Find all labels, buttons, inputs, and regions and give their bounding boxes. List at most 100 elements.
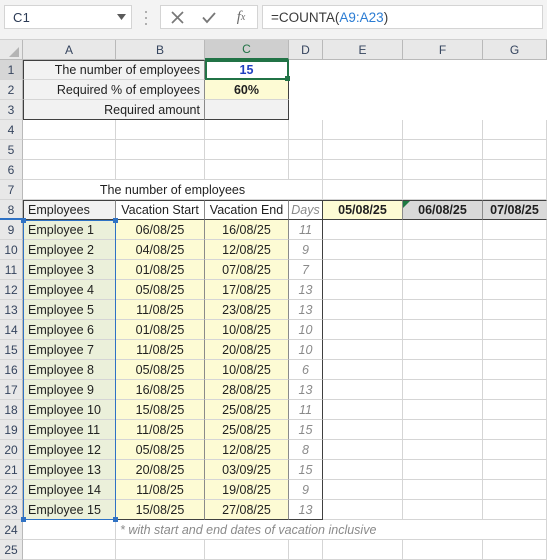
- cell-e4[interactable]: [323, 120, 403, 140]
- row-header-6[interactable]: 6: [0, 160, 23, 180]
- cell-f5[interactable]: [403, 140, 483, 160]
- cell-employee-name[interactable]: Employee 10: [23, 400, 116, 420]
- cell-f9[interactable]: [403, 220, 483, 240]
- row-header-3[interactable]: 3: [0, 100, 23, 120]
- cell-employee-name[interactable]: Employee 5: [23, 300, 116, 320]
- cell-e16[interactable]: [323, 360, 403, 380]
- cell-vacation-start[interactable]: 11/08/25: [116, 300, 205, 320]
- close-icon[interactable]: [161, 6, 193, 28]
- row-header-15[interactable]: 15: [0, 340, 23, 360]
- cell-days[interactable]: 7: [289, 260, 323, 280]
- cell-c6[interactable]: [205, 160, 289, 180]
- header-employees[interactable]: Employees: [23, 200, 116, 220]
- cell-e6[interactable]: [323, 160, 403, 180]
- cell-vacation-start[interactable]: 16/08/25: [116, 380, 205, 400]
- cell-vacation-start[interactable]: 11/08/25: [116, 420, 205, 440]
- cell-e7[interactable]: [323, 180, 403, 200]
- cell-vacation-end[interactable]: 16/08/25: [205, 220, 289, 240]
- cell-vacation-start[interactable]: 15/08/25: [116, 500, 205, 520]
- cell-employee-name[interactable]: Employee 7: [23, 340, 116, 360]
- cell-g4[interactable]: [483, 120, 547, 140]
- cell-a24[interactable]: [23, 520, 116, 540]
- cell-vacation-end[interactable]: 03/09/25: [205, 460, 289, 480]
- cell-d5[interactable]: [289, 140, 323, 160]
- row-header-7[interactable]: 7: [0, 180, 23, 200]
- cell-vacation-end[interactable]: 07/08/25: [205, 260, 289, 280]
- cell-f22[interactable]: [403, 480, 483, 500]
- cell-vacation-start[interactable]: 06/08/25: [116, 220, 205, 240]
- header-days[interactable]: Days: [289, 200, 323, 220]
- cell-a3-label-amount[interactable]: Required amount: [23, 100, 205, 120]
- cell-days[interactable]: 9: [289, 240, 323, 260]
- cell-employee-name[interactable]: Employee 1: [23, 220, 116, 240]
- cell-employee-name[interactable]: Employee 4: [23, 280, 116, 300]
- cell-a2-label-percent[interactable]: Required % of employees: [23, 80, 205, 100]
- cell-e9[interactable]: [323, 220, 403, 240]
- cell-d4[interactable]: [289, 120, 323, 140]
- cell-vacation-end[interactable]: 10/08/25: [205, 360, 289, 380]
- cell-days[interactable]: 8: [289, 440, 323, 460]
- row-header-8[interactable]: 8: [0, 200, 23, 220]
- cell-days[interactable]: 13: [289, 300, 323, 320]
- cell-e13[interactable]: [323, 300, 403, 320]
- row-header-22[interactable]: 22: [0, 480, 23, 500]
- cell-days[interactable]: 15: [289, 460, 323, 480]
- cell-vacation-end[interactable]: 25/08/25: [205, 420, 289, 440]
- cell-e20[interactable]: [323, 440, 403, 460]
- row-header-11[interactable]: 11: [0, 260, 23, 280]
- cell-days[interactable]: 13: [289, 280, 323, 300]
- header-vacation-end[interactable]: Vacation End: [205, 200, 289, 220]
- cell-e11[interactable]: [323, 260, 403, 280]
- cell-f18[interactable]: [403, 400, 483, 420]
- cell-vacation-end[interactable]: 17/08/25: [205, 280, 289, 300]
- cell-employee-name[interactable]: Employee 12: [23, 440, 116, 460]
- cell-a1-label-employees[interactable]: The number of employees: [23, 60, 205, 80]
- cell-g11[interactable]: [483, 260, 547, 280]
- cell-employee-name[interactable]: Employee 2: [23, 240, 116, 260]
- formula-input[interactable]: =COUNTA(A9:A23): [262, 5, 543, 29]
- cell-f20[interactable]: [403, 440, 483, 460]
- row-header-16[interactable]: 16: [0, 360, 23, 380]
- cell-vacation-end[interactable]: 12/08/25: [205, 240, 289, 260]
- cell-days[interactable]: 6: [289, 360, 323, 380]
- cell-d6[interactable]: [289, 160, 323, 180]
- column-header-c[interactable]: C: [205, 40, 289, 60]
- header-date-3[interactable]: 07/08/25: [483, 200, 547, 220]
- chevron-down-icon[interactable]: [111, 6, 131, 28]
- cell-c3-value-amount[interactable]: [205, 100, 289, 120]
- cell-g10[interactable]: [483, 240, 547, 260]
- cell-employee-name[interactable]: Employee 9: [23, 380, 116, 400]
- row-header-21[interactable]: 21: [0, 460, 23, 480]
- header-date-2[interactable]: 06/08/25: [403, 200, 483, 220]
- cell-e5[interactable]: [323, 140, 403, 160]
- cell-g18[interactable]: [483, 400, 547, 420]
- cell-f4[interactable]: [403, 120, 483, 140]
- cell-days[interactable]: 9: [289, 480, 323, 500]
- cell-b4[interactable]: [116, 120, 205, 140]
- cell-a25[interactable]: [23, 540, 116, 560]
- row-header-20[interactable]: 20: [0, 440, 23, 460]
- cell-e19[interactable]: [323, 420, 403, 440]
- column-header-b[interactable]: B: [116, 40, 205, 60]
- cell-e21[interactable]: [323, 460, 403, 480]
- cell-e10[interactable]: [323, 240, 403, 260]
- cell-vacation-start[interactable]: 05/08/25: [116, 280, 205, 300]
- cell-e14[interactable]: [323, 320, 403, 340]
- cell-f25[interactable]: [403, 540, 483, 560]
- column-header-a[interactable]: A: [23, 40, 116, 60]
- cell-f23[interactable]: [403, 500, 483, 520]
- cell-days[interactable]: 10: [289, 340, 323, 360]
- cell-g21[interactable]: [483, 460, 547, 480]
- check-icon[interactable]: [193, 6, 225, 28]
- row-header-14[interactable]: 14: [0, 320, 23, 340]
- cell-c1-value-employees[interactable]: 15: [205, 60, 289, 80]
- row-header-18[interactable]: 18: [0, 400, 23, 420]
- cell-c2-value-percent[interactable]: 60%: [205, 80, 289, 100]
- row-header-5[interactable]: 5: [0, 140, 23, 160]
- cell-employee-name[interactable]: Employee 11: [23, 420, 116, 440]
- cell-a6[interactable]: [23, 160, 116, 180]
- cell-g13[interactable]: [483, 300, 547, 320]
- cell-employee-name[interactable]: Employee 14: [23, 480, 116, 500]
- cell-vacation-start[interactable]: 04/08/25: [116, 240, 205, 260]
- cell-vacation-end[interactable]: 12/08/25: [205, 440, 289, 460]
